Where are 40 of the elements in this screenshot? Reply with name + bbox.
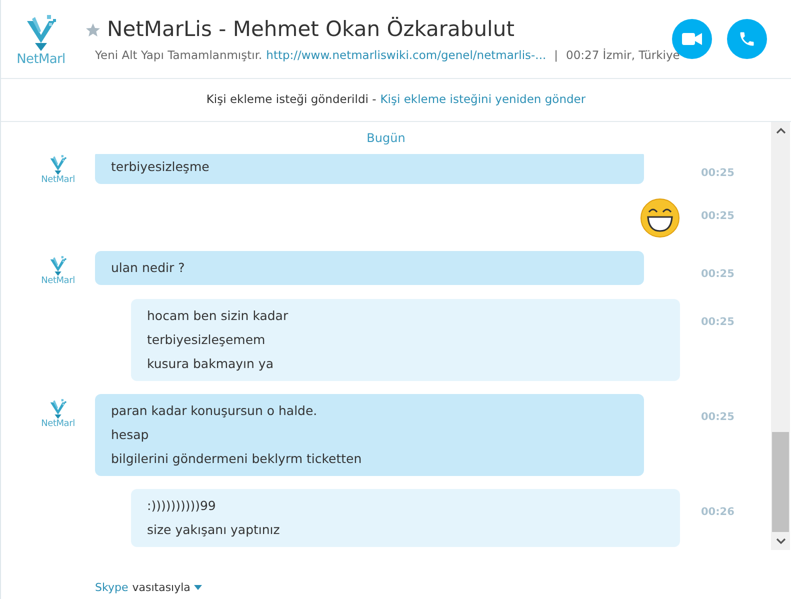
- message-time: 00:25: [701, 411, 734, 423]
- service-dropdown[interactable]: vasıtasıyla: [132, 580, 202, 596]
- message-text: :))))))))))99: [147, 497, 217, 515]
- message-time: 00:25: [701, 167, 734, 179]
- video-camera-icon: [682, 32, 702, 46]
- scroll-thumb[interactable]: [772, 432, 789, 532]
- scroll-up-icon[interactable]: [776, 128, 786, 134]
- logo-text: NetMarl: [16, 52, 66, 66]
- logo-text: NetMarl: [41, 176, 75, 185]
- message-text: bilgilerini göndermeni beklyrm ticketten: [111, 450, 363, 468]
- scrollbar[interactable]: [771, 122, 790, 550]
- mood-message: Yeni Alt Yapı Tamamlanmıştır.: [95, 46, 262, 64]
- laughing-emoji-icon: [640, 198, 680, 238]
- service-link[interactable]: Skype: [95, 580, 128, 596]
- message-text: hesap: [111, 426, 150, 444]
- message-text: hocam ben sizin kadar: [147, 307, 290, 325]
- star-icon[interactable]: [85, 22, 101, 38]
- logo-text: NetMarl: [41, 420, 75, 429]
- local-time: 00:27 İzmir, Türkiye: [566, 46, 680, 64]
- scroll-down-icon[interactable]: [776, 538, 786, 544]
- message-text: kusura bakmayın ya: [147, 355, 274, 373]
- message-time: 00:26: [701, 506, 734, 518]
- message-text: terbiyesizleşemem: [147, 331, 266, 349]
- message-text: ulan nedir ?: [111, 259, 186, 277]
- day-label: Bugün: [366, 130, 406, 147]
- separator: |: [554, 46, 558, 64]
- message-time: 00:25: [701, 316, 734, 328]
- message-text: size yakışanı yaptınız: [147, 521, 281, 539]
- contact-name: NetMarLis - Mehmet Okan Özkarabulut: [107, 16, 514, 44]
- notice-text: Kişi ekleme isteği gönderildi -: [206, 91, 376, 108]
- caret-icon[interactable]: [194, 585, 202, 590]
- logo-text: NetMarl: [41, 277, 75, 286]
- mood-link[interactable]: http://www.netmarliswiki.com/genel/netmarlis-...: [266, 46, 546, 64]
- resend-link[interactable]: Kişi ekleme isteğini yeniden gönder: [380, 91, 586, 109]
- phone-icon: [738, 30, 756, 48]
- message-text: terbiyesizleşme: [111, 158, 210, 176]
- call-button[interactable]: [727, 19, 767, 59]
- message-time: 00:25: [701, 268, 734, 280]
- message-time: 00:25: [701, 210, 734, 222]
- message-text: paran kadar konuşursun o halde.: [111, 402, 318, 420]
